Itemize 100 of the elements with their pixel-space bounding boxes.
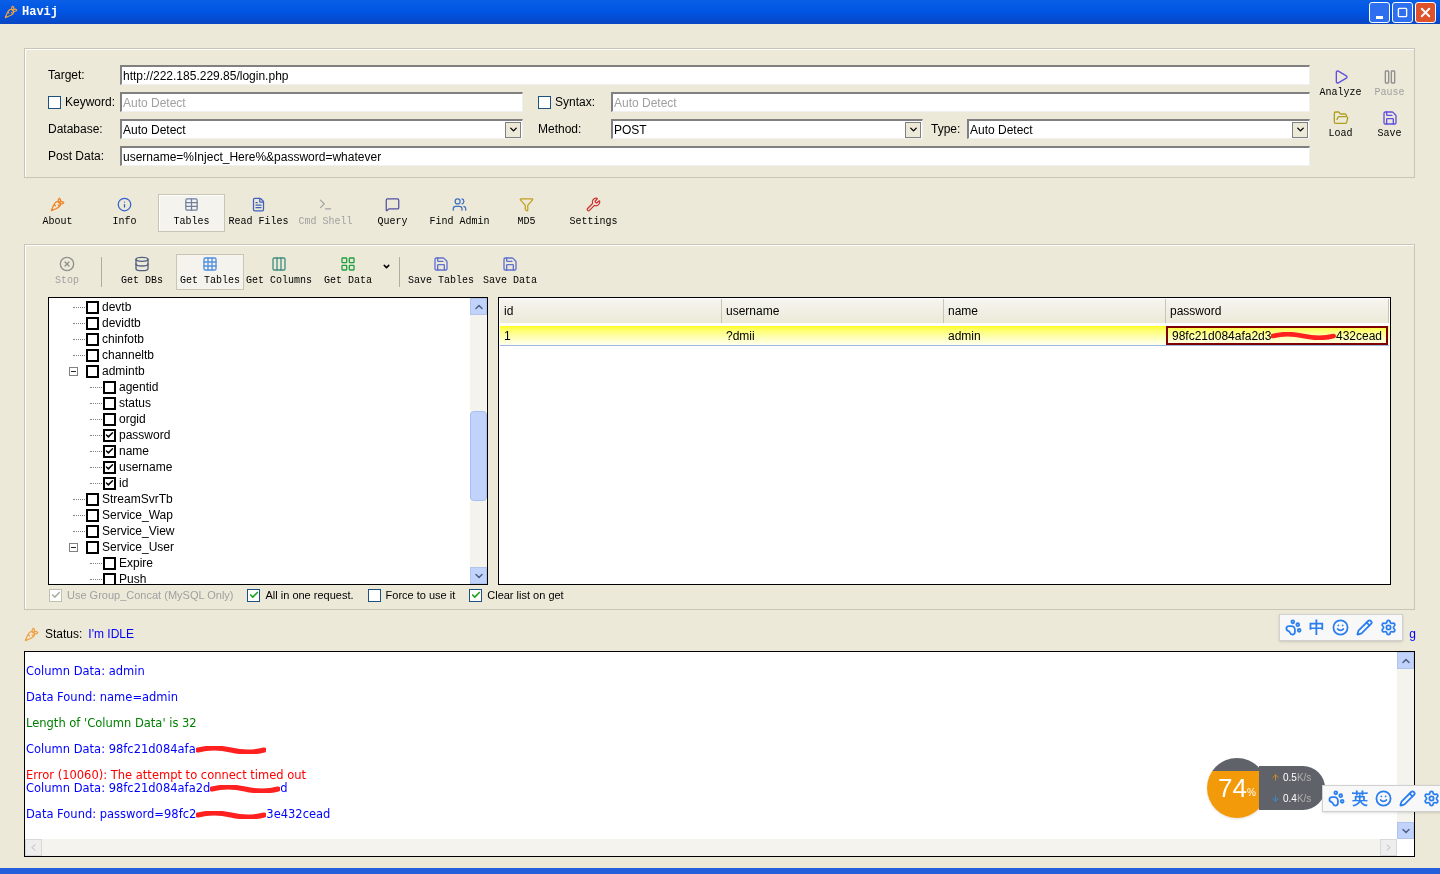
post-data-field[interactable]: username=%Inject_Here%&password=whatever [120,146,1310,166]
scroll-up-icon[interactable] [470,298,487,315]
tree-checkbox[interactable] [103,396,116,410]
checkbox[interactable] [469,588,483,602]
tree-item[interactable]: Service_Wap [102,509,173,521]
tree-item[interactable]: admintb [102,365,145,377]
log-text: Column Data: admin [26,665,145,678]
action-button[interactable]: Get Columns [244,254,314,290]
method-select[interactable]: POST [611,119,923,139]
minimize-button[interactable] [1369,1,1390,23]
tree-item[interactable]: username [119,461,173,473]
database-select[interactable]: Auto Detect [120,119,523,139]
column-header[interactable]: username [722,299,944,323]
tree-item[interactable]: Service_User [102,541,175,553]
toolbar-tab[interactable]: Query [359,194,426,232]
tree-checkbox[interactable] [103,556,116,570]
toolbar-tab[interactable]: MD5 [493,194,560,232]
type-select[interactable]: Auto Detect [967,119,1310,139]
smiley-icon[interactable] [1375,790,1392,807]
tree-checkbox[interactable] [103,444,116,458]
grid-icon [202,256,218,272]
cell-text: 1 [504,327,511,345]
action-button[interactable]: Save Tables [406,254,477,290]
pencil-icon[interactable] [1356,619,1373,636]
tree-checkbox[interactable] [103,572,116,584]
close-button[interactable] [1415,1,1436,23]
toolbar-tab[interactable]: About [24,194,91,232]
toolbar-tab[interactable]: Tables [158,194,225,232]
tree-item[interactable]: password [119,429,171,441]
cell-text: 98fc21d084afa2d3 [1172,327,1272,345]
tree-checkbox[interactable] [86,332,99,346]
tree-checkbox[interactable] [103,476,116,490]
collapse-icon[interactable] [69,366,78,376]
tree-item[interactable]: devtb [102,301,132,313]
tree-item[interactable]: StreamSvrTb [102,493,173,505]
save-icon [502,256,519,272]
tree-checkbox[interactable] [103,460,116,474]
tree-checkbox[interactable] [103,412,116,426]
tree-item[interactable]: Service_View [102,525,175,537]
tree-checkbox[interactable] [86,300,99,314]
tree-checkbox[interactable] [86,492,99,506]
tree-item[interactable]: status [119,397,151,409]
scroll-down-icon[interactable] [470,567,487,584]
paw-icon[interactable] [1285,619,1302,636]
collapse-icon[interactable] [69,542,78,552]
pencil-icon[interactable] [1399,790,1416,807]
scroll-up-icon[interactable] [1397,652,1414,669]
settings-icon[interactable] [1423,790,1440,807]
tree-item[interactable]: Expire [119,557,153,569]
target-field[interactable]: http://222.185.229.85/login.php [120,65,1310,85]
open-button[interactable]: Load [1316,110,1365,141]
language-toggle[interactable]: 中 [1309,615,1325,640]
tree-item[interactable]: orgid [119,413,146,425]
window-title: Havij [22,4,58,21]
action-button[interactable]: Get DBs [108,254,176,290]
toolbar-tab[interactable]: Read Files [225,194,292,232]
paw-icon[interactable] [1328,790,1345,807]
column-header[interactable]: id [500,299,722,323]
tree-item[interactable]: id [119,477,129,489]
checkbox[interactable] [247,588,261,602]
tree-checkbox[interactable] [86,348,99,362]
grid-row[interactable]: 1 ?dmii admin 98fc21d084afa2d3 432cead [500,326,1389,346]
tree-item[interactable]: Push [119,573,147,584]
tree-checkbox[interactable] [86,364,99,378]
toolbar-tab[interactable]: Info [91,194,158,232]
action-button[interactable]: Save Data [476,254,545,290]
column-header[interactable]: name [944,299,1166,323]
cell-text: 432cead [1335,327,1382,345]
log-text: Length of 'Column Data' is 32 [26,717,197,730]
scroll-down-icon[interactable] [1397,822,1414,839]
smiley-icon[interactable] [1332,619,1349,636]
tree-checkbox[interactable] [86,540,99,554]
tree-item[interactable]: devidtb [102,317,141,329]
action-button[interactable]: Get Data [314,254,382,290]
vertical-scrollbar[interactable] [470,298,487,584]
app-icon [4,5,18,19]
tree-checkbox[interactable] [103,428,116,442]
play-button[interactable]: Analyze [1316,69,1365,100]
tree-item[interactable]: chinfotb [102,333,145,345]
restore-button[interactable] [1392,1,1413,23]
language-toggle[interactable]: 英 [1352,786,1368,811]
log-text: Data Found: name=admin [26,691,179,704]
toolbar-tab[interactable]: Find Admin [426,194,493,232]
column-header[interactable]: password [1166,299,1389,323]
tree-checkbox[interactable] [103,380,116,394]
action-button[interactable]: Get Tables [176,254,244,290]
tree-item[interactable]: channeltb [102,349,155,361]
checkbox[interactable] [367,588,381,602]
checkbox[interactable] [48,95,61,109]
checkbox[interactable] [538,95,551,109]
tree-item[interactable]: agentid [119,381,159,393]
scroll-thumb[interactable] [470,411,487,501]
tree-item[interactable]: name [119,445,150,457]
link-text[interactable]: g [1409,625,1416,643]
settings-icon[interactable] [1380,619,1397,636]
tree-checkbox[interactable] [86,508,99,522]
tree-checkbox[interactable] [86,524,99,538]
toolbar-tab[interactable]: Settings [560,194,627,232]
tree-checkbox[interactable] [86,316,99,330]
save-button[interactable]: Save [1365,110,1414,141]
